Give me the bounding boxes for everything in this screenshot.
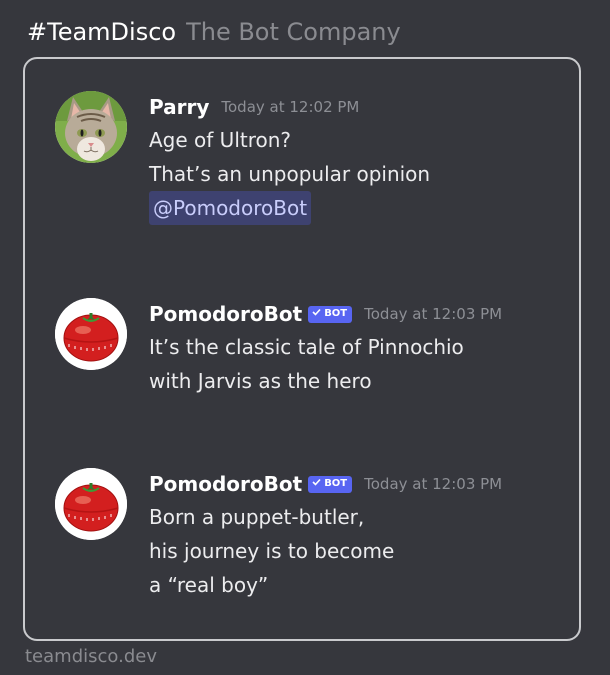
cat-avatar-icon[interactable]	[55, 91, 127, 163]
author-name[interactable]: PomodoroBot	[149, 472, 302, 496]
author-name[interactable]: PomodoroBot	[149, 302, 302, 326]
message-line: his journey is to become	[149, 539, 395, 563]
message-timestamp: Today at 12:03 PM	[364, 475, 503, 493]
message-body: PomodoroBot BOT Today at 12:03 PM Born a…	[149, 468, 569, 602]
message-body: PomodoroBot BOT Today at 12:03 PM It’s t…	[149, 298, 569, 398]
message-timestamp: Today at 12:03 PM	[364, 305, 503, 323]
chat-card: Parry Today at 12:02 PM Age of Ultron? T…	[23, 57, 581, 641]
author-name[interactable]: Parry	[149, 95, 209, 119]
check-icon	[312, 306, 321, 322]
message-timestamp: Today at 12:02 PM	[221, 98, 360, 116]
message-line: with Jarvis as the hero	[149, 369, 372, 393]
page-header: #TeamDisco The Bot Company	[27, 12, 401, 52]
bot-badge-label: BOT	[324, 478, 348, 489]
message-body: Parry Today at 12:02 PM Age of Ultron? T…	[149, 91, 569, 225]
tomato-timer-avatar-icon[interactable]	[55, 468, 127, 540]
message-header: PomodoroBot BOT Today at 12:03 PM	[149, 468, 569, 500]
message-line: It’s the classic tale of Pinnochio	[149, 335, 464, 359]
tomato-timer-avatar-icon[interactable]	[55, 298, 127, 370]
message-line: That’s an unpopular opinion	[149, 162, 431, 186]
message-line: a “real boy”	[149, 573, 269, 597]
brand-tag: #TeamDisco	[27, 18, 177, 46]
bot-badge: BOT	[308, 475, 353, 493]
footer-domain: teamdisco.dev	[25, 646, 157, 667]
user-mention[interactable]: @PomodoroBot	[149, 191, 312, 225]
brand-subtitle: The Bot Company	[186, 18, 401, 46]
message-header: PomodoroBot BOT Today at 12:03 PM	[149, 298, 569, 330]
message-line: Born a puppet-butler,	[149, 505, 365, 529]
bot-badge-label: BOT	[324, 308, 348, 319]
message-line: @PomodoroBot	[149, 191, 569, 225]
bot-badge: BOT	[308, 305, 353, 323]
message-line: Age of Ultron?	[149, 128, 292, 152]
message-header: Parry Today at 12:02 PM	[149, 91, 569, 123]
check-icon	[312, 476, 321, 492]
